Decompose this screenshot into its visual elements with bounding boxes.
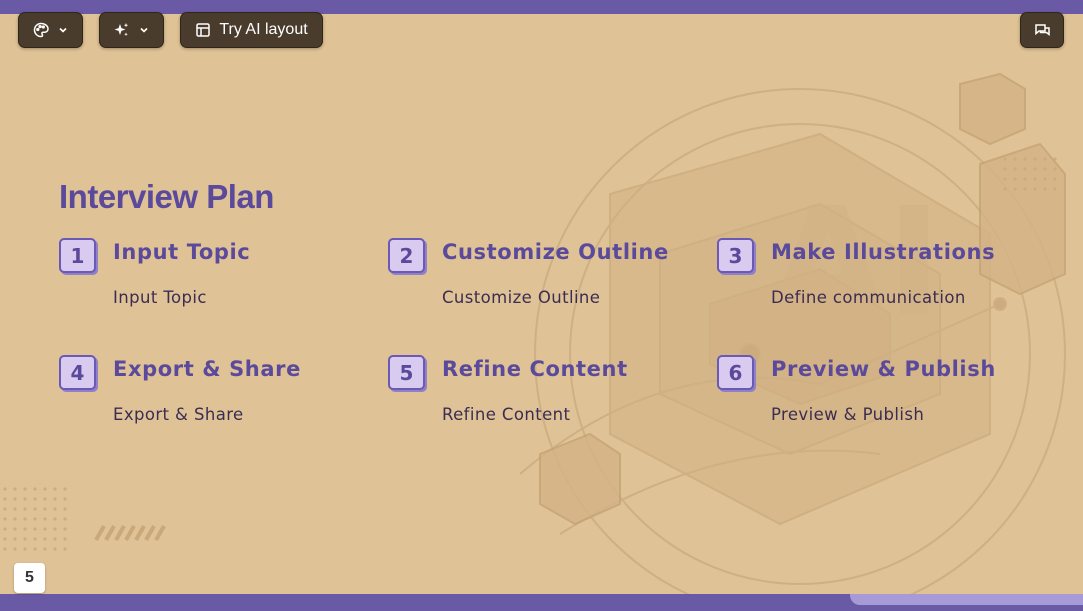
- step-title: Input Topic: [113, 240, 251, 264]
- step-number-badge: 4: [59, 355, 96, 390]
- slide-title[interactable]: Interview Plan: [59, 178, 274, 216]
- step-title: Refine Content: [442, 357, 628, 381]
- step-title: Make Illustrations: [771, 240, 996, 264]
- step-item[interactable]: 3 Make Illustrations Define communicatio…: [717, 238, 1037, 328]
- comments-button[interactable]: [1020, 12, 1064, 48]
- palette-icon: [33, 22, 49, 38]
- chevron-down-icon: [140, 27, 148, 33]
- step-description: Refine Content: [442, 405, 571, 424]
- step-number-badge: 1: [59, 238, 96, 273]
- step-number-badge: 3: [717, 238, 754, 273]
- step-item[interactable]: 6 Preview & Publish Preview & Publish: [717, 355, 1037, 445]
- stripe-decoration: [94, 525, 166, 541]
- layout-icon: [196, 23, 211, 37]
- theme-button[interactable]: [18, 12, 83, 48]
- step-title: Export & Share: [113, 357, 301, 381]
- step-number-badge: 2: [388, 238, 425, 273]
- step-item[interactable]: 4 Export & Share Export & Share: [59, 355, 379, 445]
- bottom-accent: [850, 594, 1083, 605]
- dots-pattern-right: [1000, 154, 1060, 194]
- bottom-frame-bar: [0, 594, 1083, 611]
- step-item[interactable]: 2 Customize Outline Customize Outline: [388, 238, 708, 328]
- step-description: Input Topic: [113, 288, 207, 307]
- step-item[interactable]: 1 Input Topic Input Topic: [59, 238, 379, 328]
- comment-icon: [1034, 23, 1050, 36]
- step-description: Customize Outline: [442, 288, 601, 307]
- step-number-badge: 5: [388, 355, 425, 390]
- sparkles-icon: [114, 22, 129, 36]
- step-title: Preview & Publish: [771, 357, 996, 381]
- step-number-badge: 6: [717, 355, 754, 390]
- ai-actions-button[interactable]: [99, 12, 164, 48]
- chevron-down-icon: [58, 27, 67, 33]
- page-number-badge: 5: [14, 563, 45, 593]
- dots-pattern-left: [0, 484, 70, 554]
- step-item[interactable]: 5 Refine Content Refine Content: [388, 355, 708, 445]
- step-description: Define communication: [771, 288, 966, 307]
- try-ai-layout-button[interactable]: Try AI layout: [180, 12, 323, 48]
- step-description: Preview & Publish: [771, 405, 925, 424]
- step-title: Customize Outline: [442, 240, 669, 264]
- try-ai-layout-label: Try AI layout: [219, 21, 308, 38]
- step-description: Export & Share: [113, 405, 244, 424]
